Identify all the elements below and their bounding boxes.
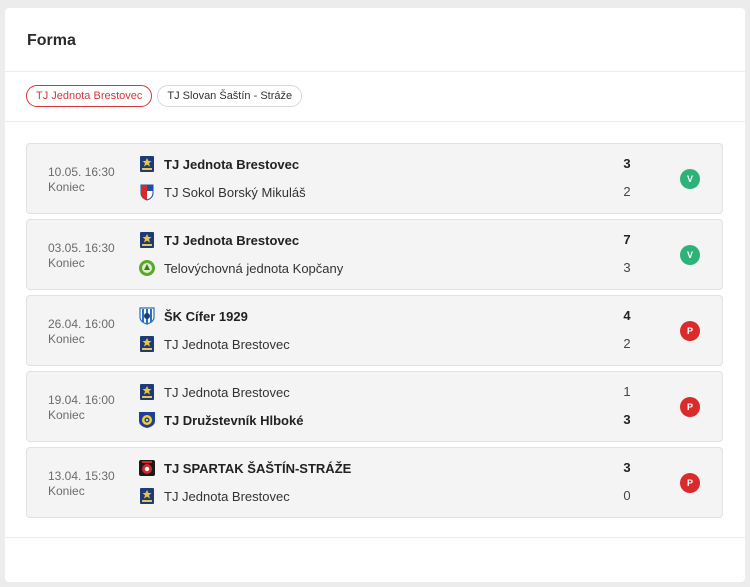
home-score: 4 xyxy=(623,308,631,323)
home-team-name: TJ Jednota Brestovec xyxy=(164,384,290,400)
away-team[interactable]: TJ Jednota Brestovec xyxy=(138,486,290,506)
away-score: 0 xyxy=(623,488,631,503)
tab-jednota-brestovec[interactable]: TJ Jednota Brestovec xyxy=(26,85,153,107)
home-team[interactable]: TJ SPARTAK ŠAŠTÍN-STRÁŽE xyxy=(138,458,351,478)
home-team-name: ŠK Cífer 1929 xyxy=(164,308,248,324)
home-team-name: TJ SPARTAK ŠAŠTÍN-STRÁŽE xyxy=(164,460,352,476)
match-row[interactable]: 26.04. 16:00 Koniec ŠK Cífer 1929 TJ Jed… xyxy=(26,295,723,366)
home-score: 1 xyxy=(623,384,631,399)
match-meta: 13.04. 15:30 Koniec xyxy=(48,469,115,499)
card-title: Forma xyxy=(27,32,76,49)
away-team[interactable]: TJ Jednota Brestovec xyxy=(138,334,290,354)
match-meta: 10.05. 16:30 Koniec xyxy=(48,165,115,195)
away-team-name: TJ Sokol Borský Mikuláš xyxy=(164,184,306,200)
form-card: Forma TJ Jednota Brestovec TJ Slovan Šaš… xyxy=(5,8,745,582)
match-meta: 03.05. 16:30 Koniec xyxy=(48,241,115,271)
away-crest-icon xyxy=(138,487,156,505)
match-status: Koniec xyxy=(48,484,85,498)
away-team-name: TJ Družstevník Hlboké xyxy=(164,412,304,428)
home-score: 7 xyxy=(623,232,631,247)
away-team-name: Telovýchovná jednota Kopčany xyxy=(164,260,344,276)
result-badge: P xyxy=(680,397,700,417)
divider xyxy=(5,537,745,538)
home-team[interactable]: TJ Jednota Brestovec xyxy=(138,230,299,250)
home-score: 3 xyxy=(623,156,631,171)
match-row[interactable]: 13.04. 15:30 Koniec TJ SPARTAK ŠAŠTÍN-ST… xyxy=(26,447,723,518)
match-meta: 26.04. 16:00 Koniec xyxy=(48,317,115,347)
home-crest-icon xyxy=(138,383,156,401)
result-badge: P xyxy=(680,321,700,341)
divider xyxy=(5,71,745,72)
away-team[interactable]: TJ Sokol Borský Mikuláš xyxy=(138,182,306,202)
home-score: 3 xyxy=(623,460,631,475)
match-date: 19.04. 16:00 xyxy=(48,393,115,407)
away-team[interactable]: TJ Družstevník Hlboké xyxy=(138,410,303,430)
away-crest-icon xyxy=(138,335,156,353)
match-date: 26.04. 16:00 xyxy=(48,317,115,331)
away-score: 2 xyxy=(623,336,631,351)
match-status: Koniec xyxy=(48,180,85,194)
result-badge: V xyxy=(680,169,700,189)
home-team-name: TJ Jednota Brestovec xyxy=(164,156,300,172)
away-score: 3 xyxy=(623,260,631,275)
match-list: 10.05. 16:30 Koniec TJ Jednota Brestovec… xyxy=(26,143,723,523)
match-status: Koniec xyxy=(48,332,85,346)
home-crest-icon xyxy=(138,459,156,477)
match-meta: 19.04. 16:00 Koniec xyxy=(48,393,115,423)
home-team[interactable]: ŠK Cífer 1929 xyxy=(138,306,248,326)
match-date: 10.05. 16:30 xyxy=(48,165,115,179)
result-badge: V xyxy=(680,245,700,265)
away-crest-icon xyxy=(138,411,156,429)
away-team-name: TJ Jednota Brestovec xyxy=(164,336,290,352)
match-row[interactable]: 19.04. 16:00 Koniec TJ Jednota Brestovec… xyxy=(26,371,723,442)
away-score: 2 xyxy=(623,184,631,199)
home-crest-icon xyxy=(138,155,156,173)
home-team[interactable]: TJ Jednota Brestovec xyxy=(138,154,299,174)
away-crest-icon xyxy=(138,183,156,201)
home-crest-icon xyxy=(138,231,156,249)
away-team[interactable]: Telovýchovná jednota Kopčany xyxy=(138,258,343,278)
away-crest-icon xyxy=(138,259,156,277)
away-score: 3 xyxy=(623,412,631,427)
match-date: 13.04. 15:30 xyxy=(48,469,115,483)
match-row[interactable]: 03.05. 16:30 Koniec TJ Jednota Brestovec… xyxy=(26,219,723,290)
match-row[interactable]: 10.05. 16:30 Koniec TJ Jednota Brestovec… xyxy=(26,143,723,214)
result-badge: P xyxy=(680,473,700,493)
match-date: 03.05. 16:30 xyxy=(48,241,115,255)
home-team[interactable]: TJ Jednota Brestovec xyxy=(138,382,290,402)
home-team-name: TJ Jednota Brestovec xyxy=(164,232,300,248)
team-tabs: TJ Jednota Brestovec TJ Slovan Šaštín - … xyxy=(26,85,303,107)
tab-slovan-sastin-straze[interactable]: TJ Slovan Šaštín - Stráže xyxy=(157,85,303,107)
home-crest-icon xyxy=(138,307,156,325)
match-status: Koniec xyxy=(48,408,85,422)
away-team-name: TJ Jednota Brestovec xyxy=(164,488,290,504)
divider xyxy=(5,121,745,122)
match-status: Koniec xyxy=(48,256,85,270)
